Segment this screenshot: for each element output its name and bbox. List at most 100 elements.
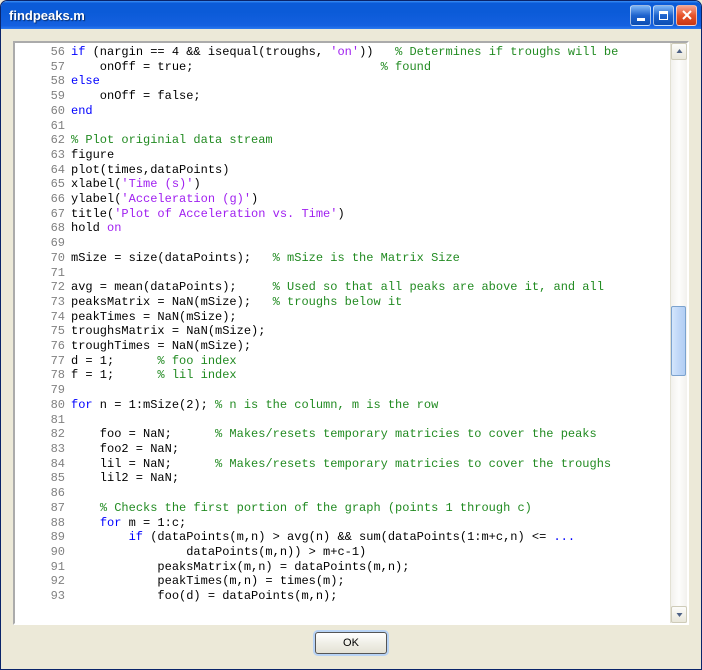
code-line[interactable]: 89 if (dataPoints(m,n) > avg(n) && sum(d… xyxy=(15,530,618,545)
line-content[interactable]: hold on xyxy=(71,221,618,236)
line-content[interactable]: peaksMatrix = NaN(mSize); % troughs belo… xyxy=(71,295,618,310)
code-line[interactable]: 86 xyxy=(15,486,618,501)
line-content[interactable] xyxy=(71,236,618,251)
code-line[interactable]: 58else xyxy=(15,74,618,89)
line-number: 77 xyxy=(15,354,71,369)
line-content[interactable]: avg = mean(dataPoints); % Used so that a… xyxy=(71,280,618,295)
code-line[interactable]: 63figure xyxy=(15,148,618,163)
line-content[interactable]: foo2 = NaN; xyxy=(71,442,618,457)
code-line[interactable]: 57 onOff = true; % found xyxy=(15,60,618,75)
line-content[interactable]: figure xyxy=(71,148,618,163)
line-content[interactable]: lil = NaN; % Makes/resets temporary matr… xyxy=(71,457,618,472)
code-line[interactable]: 71 xyxy=(15,266,618,281)
line-number: 71 xyxy=(15,266,71,281)
line-content[interactable]: f = 1; % lil index xyxy=(71,368,618,383)
line-number: 75 xyxy=(15,324,71,339)
code-line[interactable]: 93 foo(d) = dataPoints(m,n); xyxy=(15,589,618,604)
line-content[interactable]: peaksMatrix(m,n) = dataPoints(m,n); xyxy=(71,560,618,575)
line-number: 64 xyxy=(15,163,71,178)
code-line[interactable]: 69 xyxy=(15,236,618,251)
line-number: 91 xyxy=(15,560,71,575)
line-content[interactable]: for n = 1:mSize(2); % n is the column, m… xyxy=(71,398,618,413)
line-number: 87 xyxy=(15,501,71,516)
code-line[interactable]: 74peakTimes = NaN(mSize); xyxy=(15,310,618,325)
line-content[interactable]: plot(times,dataPoints) xyxy=(71,163,618,178)
code-line[interactable]: 72avg = mean(dataPoints); % Used so that… xyxy=(15,280,618,295)
line-content[interactable]: peakTimes = NaN(mSize); xyxy=(71,310,618,325)
maximize-button[interactable] xyxy=(653,5,674,26)
code-area[interactable]: 56if (nargin == 4 && isequal(troughs, 'o… xyxy=(15,43,670,623)
line-content[interactable]: xlabel('Time (s)') xyxy=(71,177,618,192)
line-content[interactable]: % Checks the first portion of the graph … xyxy=(71,501,618,516)
code-line[interactable]: 73peaksMatrix = NaN(mSize); % troughs be… xyxy=(15,295,618,310)
code-line[interactable]: 65xlabel('Time (s)') xyxy=(15,177,618,192)
code-line[interactable]: 88 for m = 1:c; xyxy=(15,516,618,531)
line-content[interactable]: dataPoints(m,n)) > m+c-1) xyxy=(71,545,618,560)
line-number: 82 xyxy=(15,427,71,442)
line-content[interactable]: for m = 1:c; xyxy=(71,516,618,531)
code-line[interactable]: 70mSize = size(dataPoints); % mSize is t… xyxy=(15,251,618,266)
code-line[interactable]: 77d = 1; % foo index xyxy=(15,354,618,369)
line-number: 67 xyxy=(15,207,71,222)
close-button[interactable] xyxy=(676,5,697,26)
code-line[interactable]: 61 xyxy=(15,119,618,134)
line-content[interactable] xyxy=(71,119,618,134)
line-content[interactable]: foo(d) = dataPoints(m,n); xyxy=(71,589,618,604)
code-line[interactable]: 78f = 1; % lil index xyxy=(15,368,618,383)
ok-button[interactable]: OK xyxy=(315,632,387,654)
line-content[interactable]: if (nargin == 4 && isequal(troughs, 'on'… xyxy=(71,45,618,60)
line-content[interactable]: % Plot originial data stream xyxy=(71,133,618,148)
titlebar[interactable]: findpeaks.m xyxy=(1,1,701,29)
code-line[interactable]: 85 lil2 = NaN; xyxy=(15,471,618,486)
code-line[interactable]: 59 onOff = false; xyxy=(15,89,618,104)
line-content[interactable]: ylabel('Acceleration (g)') xyxy=(71,192,618,207)
code-line[interactable]: 82 foo = NaN; % Makes/resets temporary m… xyxy=(15,427,618,442)
code-line[interactable]: 66ylabel('Acceleration (g)') xyxy=(15,192,618,207)
code-line[interactable]: 64plot(times,dataPoints) xyxy=(15,163,618,178)
code-line[interactable]: 87 % Checks the first portion of the gra… xyxy=(15,501,618,516)
line-content[interactable]: peakTimes(m,n) = times(m); xyxy=(71,574,618,589)
line-content[interactable]: troughsMatrix = NaN(mSize); xyxy=(71,324,618,339)
code-line[interactable]: 62% Plot originial data stream xyxy=(15,133,618,148)
code-line[interactable]: 67title('Plot of Acceleration vs. Time') xyxy=(15,207,618,222)
code-line[interactable]: 92 peakTimes(m,n) = times(m); xyxy=(15,574,618,589)
line-content[interactable]: lil2 = NaN; xyxy=(71,471,618,486)
line-content[interactable]: foo = NaN; % Makes/resets temporary matr… xyxy=(71,427,618,442)
code-line[interactable]: 83 foo2 = NaN; xyxy=(15,442,618,457)
line-content[interactable]: else xyxy=(71,74,618,89)
scroll-track[interactable] xyxy=(671,60,687,606)
code-line[interactable]: 56if (nargin == 4 && isequal(troughs, 'o… xyxy=(15,45,618,60)
code-line[interactable]: 68hold on xyxy=(15,221,618,236)
scroll-down-button[interactable] xyxy=(671,606,687,623)
code-line[interactable]: 60end xyxy=(15,104,618,119)
line-content[interactable]: onOff = false; xyxy=(71,89,618,104)
code-line[interactable]: 90 dataPoints(m,n)) > m+c-1) xyxy=(15,545,618,560)
code-line[interactable]: 84 lil = NaN; % Makes/resets temporary m… xyxy=(15,457,618,472)
code-line[interactable]: 81 xyxy=(15,413,618,428)
minimize-button[interactable] xyxy=(630,5,651,26)
vertical-scrollbar[interactable] xyxy=(670,43,687,623)
line-number: 69 xyxy=(15,236,71,251)
line-number: 88 xyxy=(15,516,71,531)
code-line[interactable]: 80for n = 1:mSize(2); % n is the column,… xyxy=(15,398,618,413)
line-content[interactable]: onOff = true; % found xyxy=(71,60,618,75)
code-line[interactable]: 79 xyxy=(15,383,618,398)
line-content[interactable]: d = 1; % foo index xyxy=(71,354,618,369)
scroll-up-button[interactable] xyxy=(671,43,687,60)
line-content[interactable]: title('Plot of Acceleration vs. Time') xyxy=(71,207,618,222)
code-line[interactable]: 76troughTimes = NaN(mSize); xyxy=(15,339,618,354)
minimize-icon xyxy=(637,18,645,21)
scroll-thumb[interactable] xyxy=(671,306,686,376)
line-content[interactable] xyxy=(71,266,618,281)
code-line[interactable]: 91 peaksMatrix(m,n) = dataPoints(m,n); xyxy=(15,560,618,575)
line-content[interactable]: if (dataPoints(m,n) > avg(n) && sum(data… xyxy=(71,530,618,545)
line-content[interactable] xyxy=(71,486,618,501)
line-content[interactable]: troughTimes = NaN(mSize); xyxy=(71,339,618,354)
code-line[interactable]: 75troughsMatrix = NaN(mSize); xyxy=(15,324,618,339)
line-content[interactable]: mSize = size(dataPoints); % mSize is the… xyxy=(71,251,618,266)
line-content[interactable] xyxy=(71,413,618,428)
line-content[interactable]: end xyxy=(71,104,618,119)
line-number: 83 xyxy=(15,442,71,457)
line-content[interactable] xyxy=(71,383,618,398)
line-number: 70 xyxy=(15,251,71,266)
